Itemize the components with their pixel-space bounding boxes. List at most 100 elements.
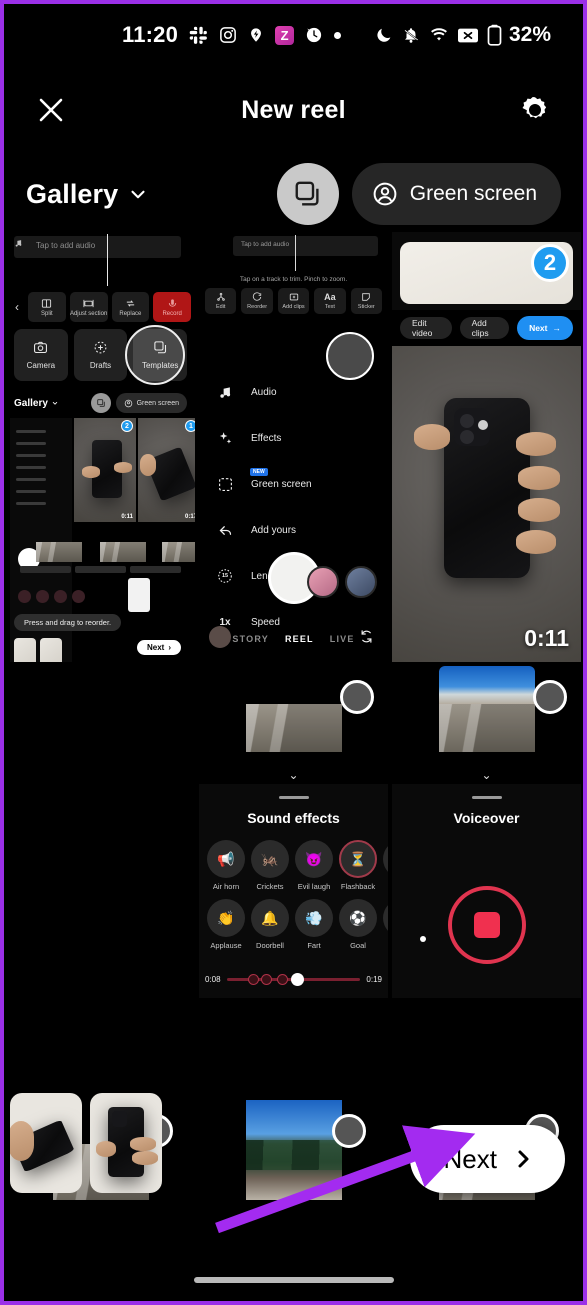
inner-effects-grid: 📢 Air horn 🦗 Crickets 😈 Evil laugh ⏳ Flashba… — [207, 840, 388, 950]
selected-clips-strip — [10, 1093, 162, 1193]
person-circle-icon — [373, 182, 397, 206]
select-ring[interactable] — [332, 1114, 366, 1148]
thumbnail-image: Tap to add audio Tap on a track to trim.… — [199, 232, 388, 662]
media-cell-editor-screenshot[interactable]: Tap to add audio ‹ Split Adjust section — [6, 232, 195, 662]
thumbnail-image: Tap to add audio ‹ Split Adjust section — [6, 232, 195, 662]
inner-effect-more-2: Pl — [383, 899, 388, 950]
location-pin-icon — [248, 26, 264, 44]
media-cell-sound-effects-screenshot[interactable]: ⌄ Sound effects 📢 Air horn 🦗 Crickets 😈 Evi… — [199, 666, 388, 998]
inner-sheet-title: Sound effects — [247, 810, 340, 826]
inner-action-camera: Camera — [14, 329, 68, 381]
chevron-right-icon — [518, 1150, 529, 1168]
inner-preview-circle — [326, 332, 374, 380]
inner-effect-applause: 👏 Applause — [207, 899, 245, 950]
inner-action-drafts: Drafts — [73, 329, 128, 381]
inner-clip-2: 1 0:17 — [138, 418, 195, 522]
chevron-left-icon: ‹ — [15, 300, 19, 314]
close-button[interactable] — [30, 89, 72, 131]
inner-tool-split: Split — [28, 292, 66, 322]
selection-badge: 2 — [531, 244, 569, 282]
inner-gallery-label: Gallery — [14, 397, 48, 409]
inner-edit-video-button: Edit video — [400, 317, 452, 339]
inner-clip-duration: 0:17 — [184, 514, 195, 520]
inner-photo — [162, 526, 195, 562]
next-button[interactable]: Next — [409, 1125, 565, 1193]
inner-toolbar: Edit Reorder Add clips Aa Text Sticker — [205, 288, 383, 314]
inner-tab-story: STORY — [232, 634, 269, 644]
inner-sheet-title: Voiceover — [453, 810, 520, 826]
chevron-down-icon: ⌄ — [288, 768, 299, 782]
inner-time-end: 0:19 — [366, 975, 382, 984]
inner-voiceover-sheet: Voiceover — [392, 784, 581, 998]
inner-media-grid: 2 0:11 1 0:17 — [10, 418, 195, 662]
media-cell-phone-screen-clip[interactable]: 11:09 1 0:17 — [6, 666, 195, 998]
person-circle-icon — [124, 399, 132, 407]
select-ring[interactable] — [340, 680, 374, 714]
inner-menu-greenscreen: NEW Green screen — [215, 467, 312, 494]
multi-select-button[interactable] — [276, 163, 339, 225]
media-cell-phone-in-hand-clip[interactable]: Edit video Add clips Next → 2 0:11 — [392, 232, 581, 662]
inner-tool-edit: Edit — [205, 288, 237, 314]
inner-time-start: 0:08 — [205, 975, 221, 984]
do-not-disturb-moon-icon — [375, 26, 393, 44]
inner-effect-doorbell: 🔔 Doorbell — [251, 899, 289, 950]
inner-tab-live: LIVE — [329, 634, 355, 644]
inner-action-bar: Edit video Add clips Next → — [392, 310, 581, 346]
inner-menu-addyours: Add yours — [215, 520, 312, 540]
inner-tool-label: Adjust section — [69, 310, 108, 317]
inner-green-screen-label: Green screen — [136, 399, 179, 407]
instagram-icon — [219, 26, 237, 44]
media-cell-camera-screenshot[interactable]: Tap to add audio Tap on a track to trim.… — [199, 232, 388, 662]
chevron-down-icon — [131, 190, 145, 199]
media-cell-forest-photo[interactable] — [199, 1100, 388, 1200]
zoho-icon: Z — [275, 25, 295, 45]
inner-reorder-hint: Press and drag to reorder. — [14, 614, 122, 631]
inner-toolbar: ‹ Split Adjust section Replace Record — [10, 292, 191, 322]
notifications-muted-icon — [402, 26, 420, 44]
selected-clip-2[interactable] — [90, 1093, 162, 1193]
next-button-label: Next — [443, 1143, 497, 1174]
inner-effect-evil-laugh: 😈 Evil laugh — [295, 840, 333, 891]
gallery-source-label: Gallery — [26, 178, 119, 209]
gallery-source-selector[interactable]: Gallery — [26, 179, 149, 210]
inner-clip-1: 2 0:11 — [74, 418, 136, 522]
inner-effect-fart: 💨 Fart — [295, 899, 333, 950]
app-bar: New reel — [4, 66, 583, 154]
thumbnail-image: ⌄ Voiceover — [392, 666, 581, 998]
inner-menu-speed: 1x Speed — [219, 616, 280, 628]
selected-clip-1[interactable] — [10, 1093, 82, 1193]
close-icon — [39, 98, 63, 122]
inner-action-label: Camera — [26, 361, 56, 370]
clock-icon — [305, 26, 323, 44]
inner-multi-select-icon — [90, 393, 111, 413]
inner-add-clips-button: Add clips — [459, 317, 510, 339]
sim-missing-icon — [457, 28, 478, 43]
inner-clip-preview: ⌄ — [245, 666, 342, 784]
inner-tool-addclips: Add clips — [277, 288, 310, 314]
media-cell-voiceover-screenshot[interactable]: ⌄ Voiceover — [392, 666, 581, 998]
settings-button[interactable] — [513, 88, 557, 132]
clip-photo — [392, 346, 581, 662]
inner-next-label: Next — [146, 643, 165, 652]
green-screen-button[interactable]: Green screen — [351, 163, 561, 225]
inner-effect-flashback: ⏳ Flashback — [339, 840, 377, 891]
page-title: New reel — [241, 95, 346, 124]
inner-action-label: Drafts — [89, 361, 112, 370]
inner-highlight-ring — [125, 325, 185, 385]
chevron-down-icon: ⌄ — [481, 768, 492, 782]
select-ring[interactable] — [533, 680, 567, 714]
inner-side-menu: Audio Effects NEW Green screen Add yours … — [215, 382, 312, 662]
battery-percent: 32% — [508, 23, 551, 46]
thumbnail-image: Edit video Add clips Next → 2 0:11 — [392, 232, 581, 662]
home-indicator — [193, 1277, 394, 1283]
inner-menu-audio: Audio — [215, 382, 312, 402]
inner-avatar — [307, 566, 339, 598]
inner-clip-preview: ⌄ — [438, 666, 535, 784]
inner-tool-label: Replace — [119, 310, 142, 317]
inner-clip-duration: 0:11 — [121, 514, 133, 520]
phone-screen: 11:20 Z 32% New reel Gallery Green scree… — [4, 4, 583, 1301]
battery-icon — [487, 24, 502, 46]
status-bar: 11:20 Z 32% — [4, 4, 583, 66]
gear-icon — [522, 97, 547, 119]
inner-tool-replace: Replace — [111, 292, 150, 322]
